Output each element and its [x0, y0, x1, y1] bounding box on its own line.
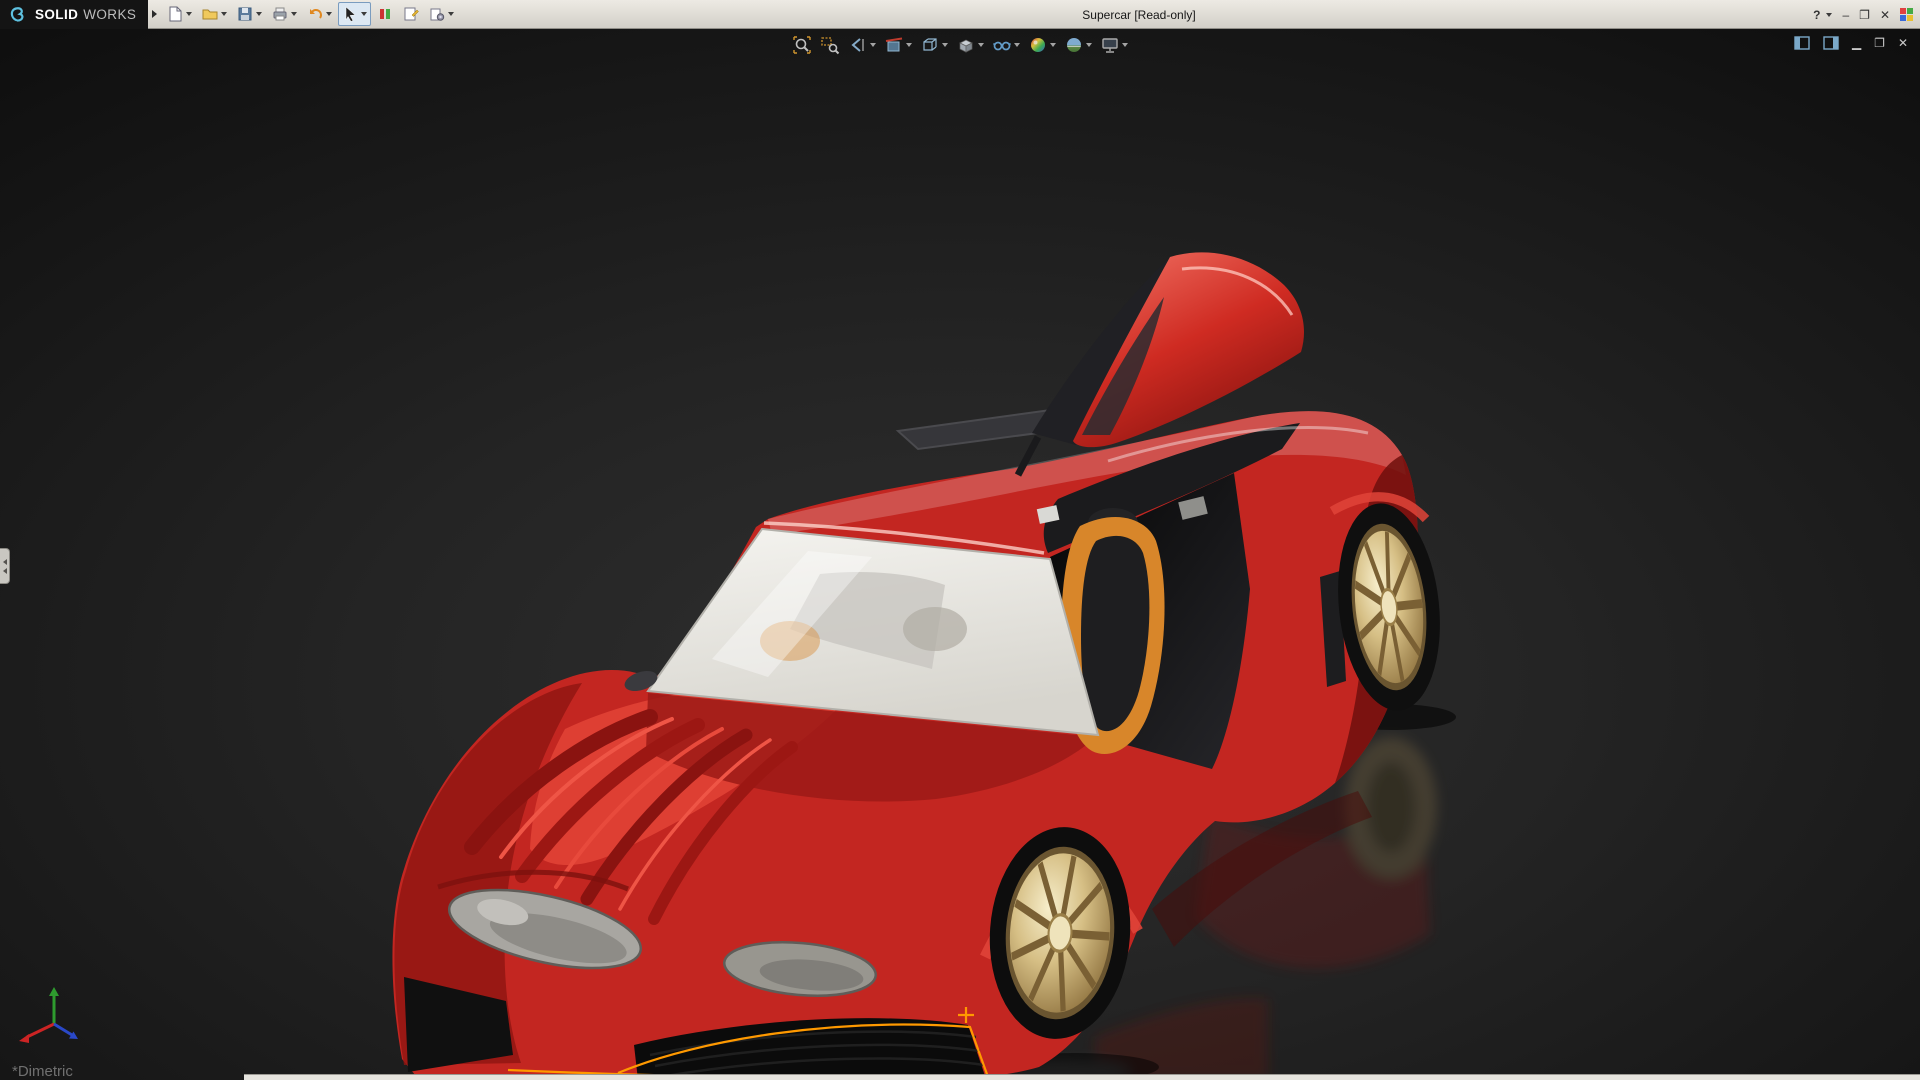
help-button[interactable]: ?: [1813, 9, 1832, 21]
section-view-icon: [884, 35, 904, 55]
new-document-icon: [167, 6, 183, 22]
minimize-button[interactable]: –: [1842, 9, 1849, 21]
hide-show-glasses-icon: [992, 35, 1012, 55]
document-window-controls: ▁ ❐ ✕: [1794, 36, 1908, 50]
chevron-down-icon: [870, 43, 876, 47]
help-icon: ?: [1813, 9, 1820, 21]
titlebar-controls: ? – ❐ ✕: [1813, 0, 1913, 29]
restore-document-button[interactable]: ❐: [1874, 37, 1885, 49]
status-bar-sliver: [244, 1074, 1920, 1080]
zoom-to-area-icon: [820, 35, 840, 55]
display-style-icon: [956, 35, 976, 55]
chevron-down-icon: [361, 12, 367, 16]
zoom-to-fit-button[interactable]: [791, 34, 813, 56]
view-settings-icon: [1100, 35, 1120, 55]
feature-tree-collapse-tab[interactable]: [0, 548, 10, 584]
options-button[interactable]: [425, 2, 458, 26]
new-document-button[interactable]: [163, 2, 196, 26]
brand-solid: SOLID: [35, 7, 78, 22]
chevron-left-icon: [3, 559, 7, 565]
chevron-down-icon: [942, 43, 948, 47]
split-pane-left-icon[interactable]: [1794, 36, 1810, 50]
window-title: Supercar [Read-only]: [1082, 8, 1195, 22]
chevron-down-icon: [291, 12, 297, 16]
graphics-viewport[interactable]: ▁ ❐ ✕ *Dimetric: [0, 29, 1920, 1080]
chevron-down-icon: [326, 12, 332, 16]
brand-works: WORKS: [83, 7, 136, 22]
open-folder-icon: [202, 6, 218, 22]
options-gear-icon: [429, 6, 445, 22]
printer-icon: [272, 6, 288, 22]
edit-appearance-sphere-icon: [1028, 35, 1048, 55]
save-button[interactable]: [233, 2, 266, 26]
select-cursor-icon: [342, 6, 358, 22]
chevron-down-icon: [906, 43, 912, 47]
display-style-button[interactable]: [955, 34, 985, 56]
solidworks-logo: SOLID WORKS: [0, 0, 148, 29]
chevron-down-icon: [1014, 43, 1020, 47]
view-orientation-cube-icon: [920, 35, 940, 55]
minimize-document-button[interactable]: ▁: [1852, 37, 1861, 49]
select-button[interactable]: [338, 2, 371, 26]
edit-sheet-button[interactable]: [399, 2, 423, 26]
maximize-button[interactable]: ❐: [1859, 9, 1870, 21]
chevron-down-icon: [1050, 43, 1056, 47]
previous-view-button[interactable]: [847, 34, 877, 56]
edit-appearance-button[interactable]: [1027, 34, 1057, 56]
save-icon: [237, 6, 253, 22]
xpress-tools-button[interactable]: [373, 2, 397, 26]
undo-button[interactable]: [303, 2, 336, 26]
zoom-to-fit-icon: [792, 35, 812, 55]
hide-show-items-button[interactable]: [991, 34, 1021, 56]
3ds-logo-icon: [8, 5, 30, 23]
menu-flyout-icon[interactable]: [152, 10, 157, 18]
edit-sheet-icon: [403, 6, 419, 22]
chevron-down-icon: [978, 43, 984, 47]
view-orientation-button[interactable]: [919, 34, 949, 56]
close-document-button[interactable]: ✕: [1898, 37, 1908, 49]
previous-view-icon: [848, 35, 868, 55]
view-settings-button[interactable]: [1099, 34, 1129, 56]
chevron-down-icon: [221, 12, 227, 16]
orientation-triad: [8, 978, 94, 1056]
print-button[interactable]: [268, 2, 301, 26]
chevron-down-icon: [1826, 13, 1832, 17]
main-toolbar: [163, 2, 458, 26]
apply-scene-button[interactable]: [1063, 34, 1093, 56]
split-pane-right-icon[interactable]: [1823, 36, 1839, 50]
section-view-button[interactable]: [883, 34, 913, 56]
chevron-down-icon: [1086, 43, 1092, 47]
apply-scene-icon: [1064, 35, 1084, 55]
open-button[interactable]: [198, 2, 231, 26]
chevron-left-icon: [3, 568, 7, 574]
undo-icon: [307, 6, 323, 22]
xpress-tools-icon: [377, 6, 393, 22]
3d-viewport-canvas[interactable]: [0, 29, 1920, 1080]
view-orientation-label: *Dimetric: [12, 1063, 73, 1080]
chevron-down-icon: [448, 12, 454, 16]
3dexperience-icon[interactable]: [1900, 8, 1913, 21]
chevron-down-icon: [256, 12, 262, 16]
chevron-down-icon: [1122, 43, 1128, 47]
close-button[interactable]: ✕: [1880, 9, 1890, 21]
chevron-down-icon: [186, 12, 192, 16]
titlebar: SOLID WORKS: [0, 0, 1920, 29]
heads-up-view-toolbar: [791, 34, 1129, 56]
zoom-to-area-button[interactable]: [819, 34, 841, 56]
